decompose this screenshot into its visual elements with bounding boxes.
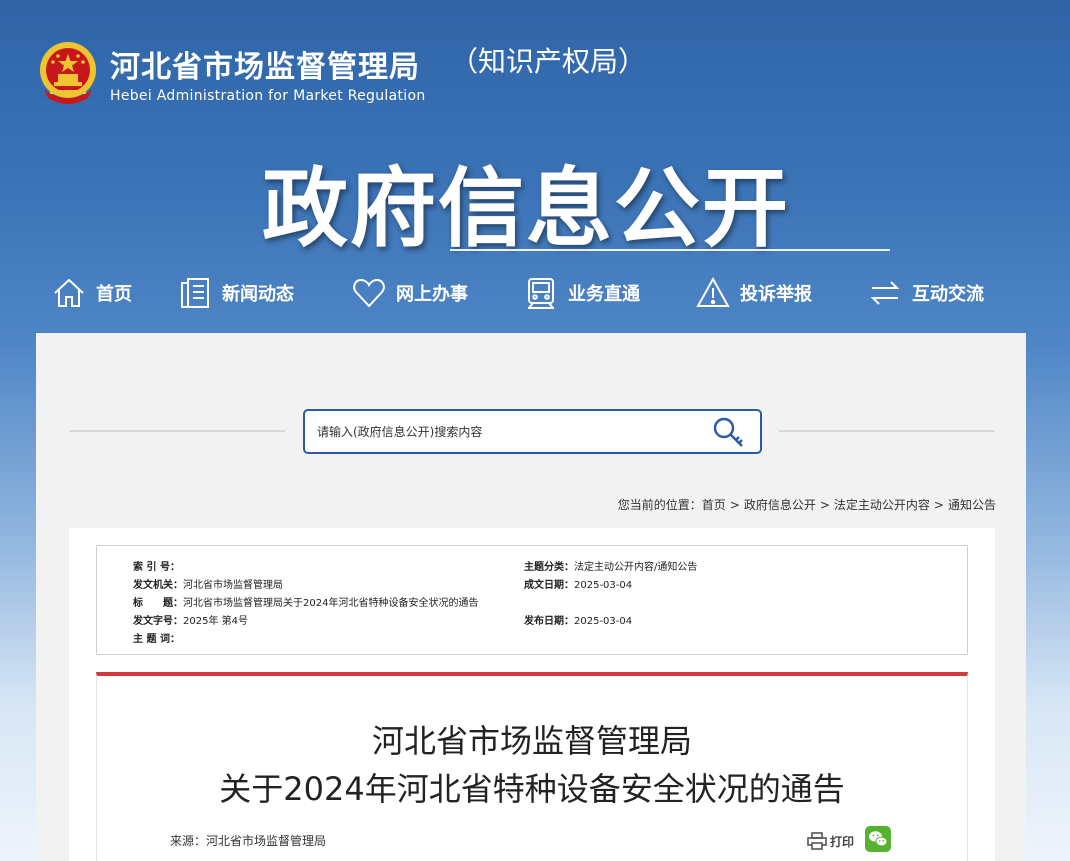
- nav-label: 互动交流: [912, 284, 984, 305]
- exchange-icon: [870, 281, 900, 305]
- nav-label: 业务直通: [568, 284, 640, 305]
- meta-category: 主题分类：法定主动公开内容/通知公告: [524, 562, 698, 573]
- home-icon: [54, 278, 84, 307]
- banner-title: 政府信息公开: [262, 159, 790, 259]
- nav-item-online-service[interactable]: 网上办事: [352, 268, 468, 318]
- site-english-name: Hebei Administration for Market Regulati…: [110, 88, 426, 104]
- nav-item-business[interactable]: 业务直通: [524, 268, 640, 318]
- nav-label: 新闻动态: [222, 284, 294, 305]
- nav-item-interaction[interactable]: 互动交流: [868, 268, 984, 318]
- site-subtitle: （知识产权局）: [450, 45, 647, 78]
- meta-index: 索 引 号：: [133, 562, 180, 573]
- wechat-share-icon[interactable]: [865, 826, 891, 852]
- meta-issuer: 发文机关：河北省市场监督管理局: [133, 580, 283, 591]
- article: 河北省市场监督管理局 关于2024年河北省特种设备安全状况的通告 来源：河北省市…: [96, 672, 968, 861]
- national-emblem-icon: [40, 42, 96, 104]
- heart-icon: [353, 278, 385, 308]
- search-key-icon[interactable]: [711, 415, 747, 449]
- nav-label: 投诉举报: [740, 284, 812, 305]
- main-nav: 首页 新闻动态 网上办事 业务直通 投诉举报 互动交流: [0, 268, 1070, 318]
- breadcrumb: 您当前的位置：首页 > 政府信息公开 > 法定主动公开内容 > 通知公告: [618, 496, 996, 513]
- warning-icon: [696, 276, 730, 307]
- banner-divider: [450, 249, 890, 251]
- meta-published-date: 发布日期：2025-03-04: [524, 616, 633, 627]
- nav-item-complaint[interactable]: 投诉举报: [696, 268, 812, 318]
- printer-icon: [807, 832, 827, 850]
- nav-item-news[interactable]: 新闻动态: [178, 268, 294, 318]
- page-header: 河北省市场监督管理局 （知识产权局） Hebei Administration …: [0, 0, 1070, 333]
- breadcrumb-notices[interactable]: 通知公告: [948, 498, 996, 512]
- article-title-line2: 关于2024年河北省特种设备安全状况的通告: [219, 770, 845, 808]
- breadcrumb-separator: >: [729, 498, 740, 512]
- breadcrumb-home[interactable]: 首页: [702, 498, 726, 512]
- nav-label: 网上办事: [396, 284, 468, 305]
- search-input[interactable]: [317, 421, 707, 443]
- nav-item-home[interactable]: 首页: [52, 268, 132, 318]
- meta-doc-number: 发文字号：2025年 第4号: [133, 616, 248, 627]
- breadcrumb-gov-info[interactable]: 政府信息公开: [744, 498, 816, 512]
- article-source: 来源：河北省市场监督管理局: [170, 834, 327, 848]
- nav-label: 首页: [96, 284, 132, 305]
- breadcrumb-separator: >: [933, 498, 944, 512]
- train-icon: [528, 278, 554, 309]
- document-icon: [181, 278, 209, 308]
- breadcrumb-prefix: 您当前的位置：: [617, 498, 702, 512]
- breadcrumb-separator: >: [819, 498, 830, 512]
- meta-keywords: 主 题 词：: [133, 634, 180, 645]
- article-title-line1: 河北省市场监督管理局: [371, 722, 692, 760]
- print-label: 打印: [830, 834, 855, 849]
- divider-right: [779, 430, 995, 432]
- content-panel: 您当前的位置：首页>政府信息公开>法定主动公开内容>通知公告 索 引 号： 发文…: [36, 333, 1026, 861]
- meta-title: 标 题：河北省市场监督管理局关于2024年河北省特种设备安全状况的通告: [133, 598, 479, 609]
- divider-left: [69, 430, 285, 432]
- print-button[interactable]: 打印: [807, 832, 854, 850]
- document-area: 索 引 号： 发文机关：河北省市场监督管理局 标 题：河北省市场监督管理局关于2…: [69, 528, 995, 861]
- breadcrumb-statutory[interactable]: 法定主动公开内容: [834, 498, 930, 512]
- meta-created-date: 成文日期：2025-03-04: [524, 580, 633, 591]
- metadata-table: 索 引 号： 发文机关：河北省市场监督管理局 标 题：河北省市场监督管理局关于2…: [96, 545, 968, 655]
- search-box: [303, 409, 762, 454]
- site-title: 河北省市场监督管理局: [110, 50, 420, 85]
